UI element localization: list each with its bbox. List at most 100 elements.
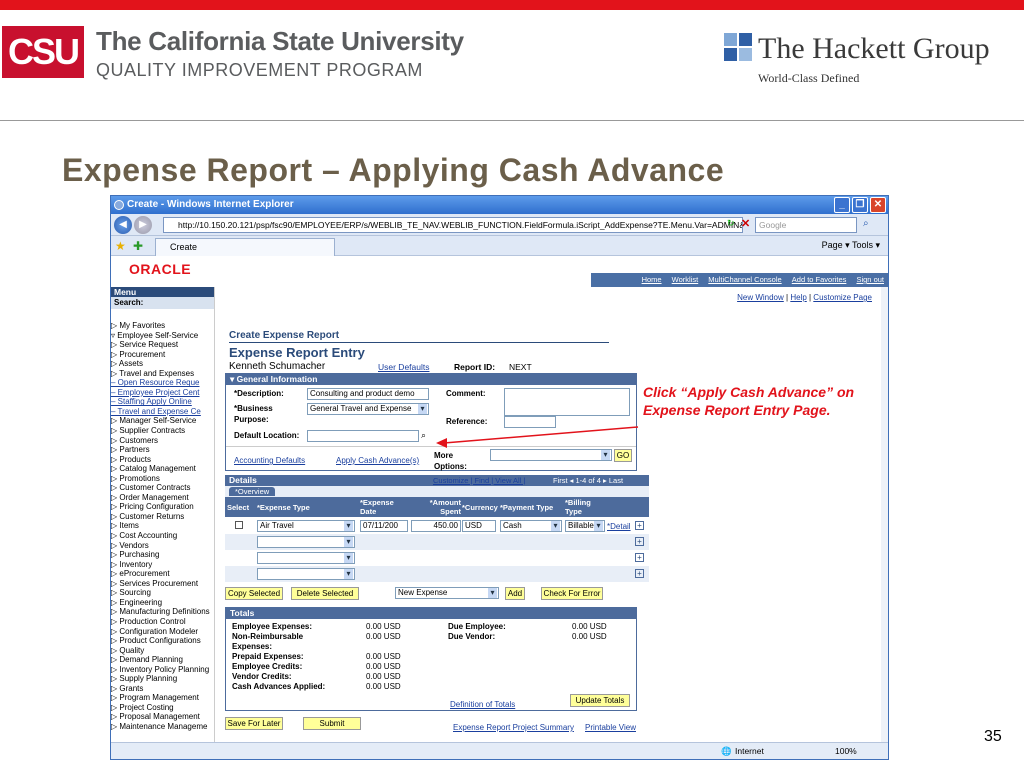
sidebar-item[interactable]: ▷ Supply Planning [111, 674, 214, 684]
favorites-star-icon[interactable]: ★ [115, 239, 126, 253]
address-bar[interactable]: http://10.150.20.121/psp/fsc90/EMPLOYEE/… [163, 217, 743, 233]
sidebar-item[interactable]: ▷ eProcurement [111, 569, 214, 579]
add-button[interactable]: Add [505, 587, 525, 600]
toolbar-menus[interactable]: Page ▾ Tools ▾ [822, 240, 880, 251]
sidebar-item[interactable]: ▷ Customers [111, 436, 214, 446]
col-expense-date[interactable]: *Expense Date [360, 498, 394, 516]
sidebar-item[interactable]: – Travel and Expense Ce [111, 407, 214, 417]
link-customize-page[interactable]: Customize Page [813, 293, 872, 302]
close-button[interactable]: ✕ [870, 197, 886, 213]
sidebar-item[interactable]: ▷ Cost Accounting [111, 531, 214, 541]
minimize-button[interactable]: _ [834, 197, 850, 213]
add-row-icon[interactable]: + [635, 537, 644, 546]
vertical-scrollbar[interactable] [881, 287, 888, 742]
expense-type-select[interactable] [257, 552, 355, 564]
link-worklist[interactable]: Worklist [672, 275, 699, 284]
check-errors-button[interactable]: Check For Error [541, 587, 603, 600]
sidebar-item[interactable]: ▷ Service Request [111, 340, 214, 350]
currency-input[interactable]: USD [462, 520, 496, 532]
sidebar-item[interactable]: ▷ Grants [111, 684, 214, 694]
sidebar-item[interactable]: ▷ My Favorites [111, 321, 214, 331]
sidebar-item[interactable]: ▷ Purchasing [111, 550, 214, 560]
sidebar-item[interactable]: ▷ Customer Contracts [111, 483, 214, 493]
link-add-favorites[interactable]: Add to Favorites [792, 275, 847, 284]
sidebar-item[interactable]: ▷ Assets [111, 359, 214, 369]
add-favorite-icon[interactable]: ✚ [133, 239, 143, 253]
business-purpose-select[interactable]: General Travel and Expense [307, 403, 429, 415]
detail-link[interactable]: *Detail [607, 522, 631, 531]
sidebar-item[interactable]: ▷ Pricing Configuration [111, 502, 214, 512]
sidebar-item[interactable]: ▷ Inventory Policy Planning [111, 665, 214, 675]
tab-create[interactable]: Create [155, 238, 335, 256]
sidebar-item[interactable]: ▿ Employee Self-Service [111, 331, 214, 341]
sidebar-item[interactable]: ▷ Configuration Modeler [111, 627, 214, 637]
sidebar-item[interactable]: ▷ Supplier Contracts [111, 426, 214, 436]
search-icon[interactable]: ⌕ [863, 218, 869, 229]
comment-textarea[interactable] [504, 388, 630, 416]
sidebar-item[interactable]: ▷ Catalog Management [111, 464, 214, 474]
expense-type-select[interactable] [257, 568, 355, 580]
printable-view-link[interactable]: Printable View [585, 723, 636, 732]
sidebar-item[interactable]: ▷ Production Control [111, 617, 214, 627]
more-options-select[interactable] [490, 449, 612, 461]
stop-icon[interactable]: ✕ [741, 217, 750, 230]
details-nav[interactable]: Customize | Find | View All | [433, 475, 525, 486]
save-for-later-button[interactable]: Save For Later [225, 717, 283, 730]
expense-type-select[interactable]: Air Travel [257, 520, 355, 532]
sidebar-item[interactable]: ▷ Maintenance Manageme [111, 722, 214, 732]
sidebar-item[interactable]: ▷ Demand Planning [111, 655, 214, 665]
definition-of-totals-link[interactable]: Definition of Totals [450, 700, 515, 709]
expense-date-input[interactable]: 07/11/200 [360, 520, 408, 532]
general-info-header[interactable]: ▾ General Information [226, 374, 636, 385]
sidebar-item[interactable]: ▷ Customer Returns [111, 512, 214, 522]
col-payment-type[interactable]: *Payment Type [500, 503, 553, 512]
sidebar-item[interactable]: – Open Resource Reque [111, 378, 214, 388]
amount-input[interactable]: 450.00 [411, 520, 461, 532]
sidebar-item[interactable]: ▷ Inventory [111, 560, 214, 570]
submit-button[interactable]: Submit [303, 717, 361, 730]
maximize-button[interactable]: ❐ [852, 197, 868, 213]
back-button[interactable]: ◀ [114, 216, 132, 234]
lookup-icon[interactable]: ⌕ [421, 430, 426, 441]
link-home[interactable]: Home [642, 275, 662, 284]
payment-type-select[interactable]: Cash [500, 520, 562, 532]
sidebar-item[interactable]: ▷ Partners [111, 445, 214, 455]
sidebar-item[interactable]: ▷ Procurement [111, 350, 214, 360]
tab-overview[interactable]: *Overview [229, 487, 276, 496]
sidebar-item[interactable]: ▷ Vendors [111, 541, 214, 551]
col-select[interactable]: Select [227, 503, 249, 512]
expense-type-select[interactable] [257, 536, 355, 548]
billing-type-select[interactable]: Billable [565, 520, 605, 532]
add-row-icon[interactable]: + [635, 521, 644, 530]
delete-selected-button[interactable]: Delete Selected [291, 587, 359, 600]
reference-input[interactable] [504, 416, 556, 428]
copy-selected-button[interactable]: Copy Selected [225, 587, 283, 600]
sidebar-item[interactable]: ▷ Proposal Management [111, 712, 214, 722]
link-help[interactable]: Help [790, 293, 806, 302]
sidebar-item[interactable]: ▷ Sourcing [111, 588, 214, 598]
search-input[interactable]: Google [755, 217, 857, 233]
sidebar-item[interactable]: ▷ Program Management [111, 693, 214, 703]
go-button[interactable]: GO [614, 449, 632, 462]
col-amount[interactable]: *Amount Spent [425, 498, 461, 516]
sidebar-item[interactable]: – Staffing Apply Online [111, 397, 214, 407]
col-expense-type[interactable]: *Expense Type [257, 503, 310, 512]
refresh-icon[interactable]: ↻ [727, 218, 735, 229]
add-row-icon[interactable]: + [635, 553, 644, 562]
sidebar-item[interactable]: ▷ Services Procurement [111, 579, 214, 589]
col-currency[interactable]: *Currency [462, 503, 498, 512]
sidebar-item[interactable]: ▷ Engineering [111, 598, 214, 608]
sidebar-item[interactable]: ▷ Products [111, 455, 214, 465]
apply-cash-advance-link[interactable]: Apply Cash Advance(s) [336, 456, 419, 465]
link-new-window[interactable]: New Window [737, 293, 784, 302]
sidebar-item[interactable]: ▷ Quality [111, 646, 214, 656]
zoom-level[interactable]: 100% [835, 746, 857, 756]
project-summary-link[interactable]: Expense Report Project Summary [453, 723, 574, 732]
user-defaults-link[interactable]: User Defaults [378, 362, 430, 372]
link-multichannel[interactable]: MultiChannel Console [708, 275, 781, 284]
forward-button[interactable]: ▶ [134, 216, 152, 234]
accounting-defaults-link[interactable]: Accounting Defaults [234, 456, 305, 465]
add-row-icon[interactable]: + [635, 569, 644, 578]
sidebar-item[interactable]: ▷ Product Configurations [111, 636, 214, 646]
sidebar-item[interactable]: ▷ Travel and Expenses [111, 369, 214, 379]
